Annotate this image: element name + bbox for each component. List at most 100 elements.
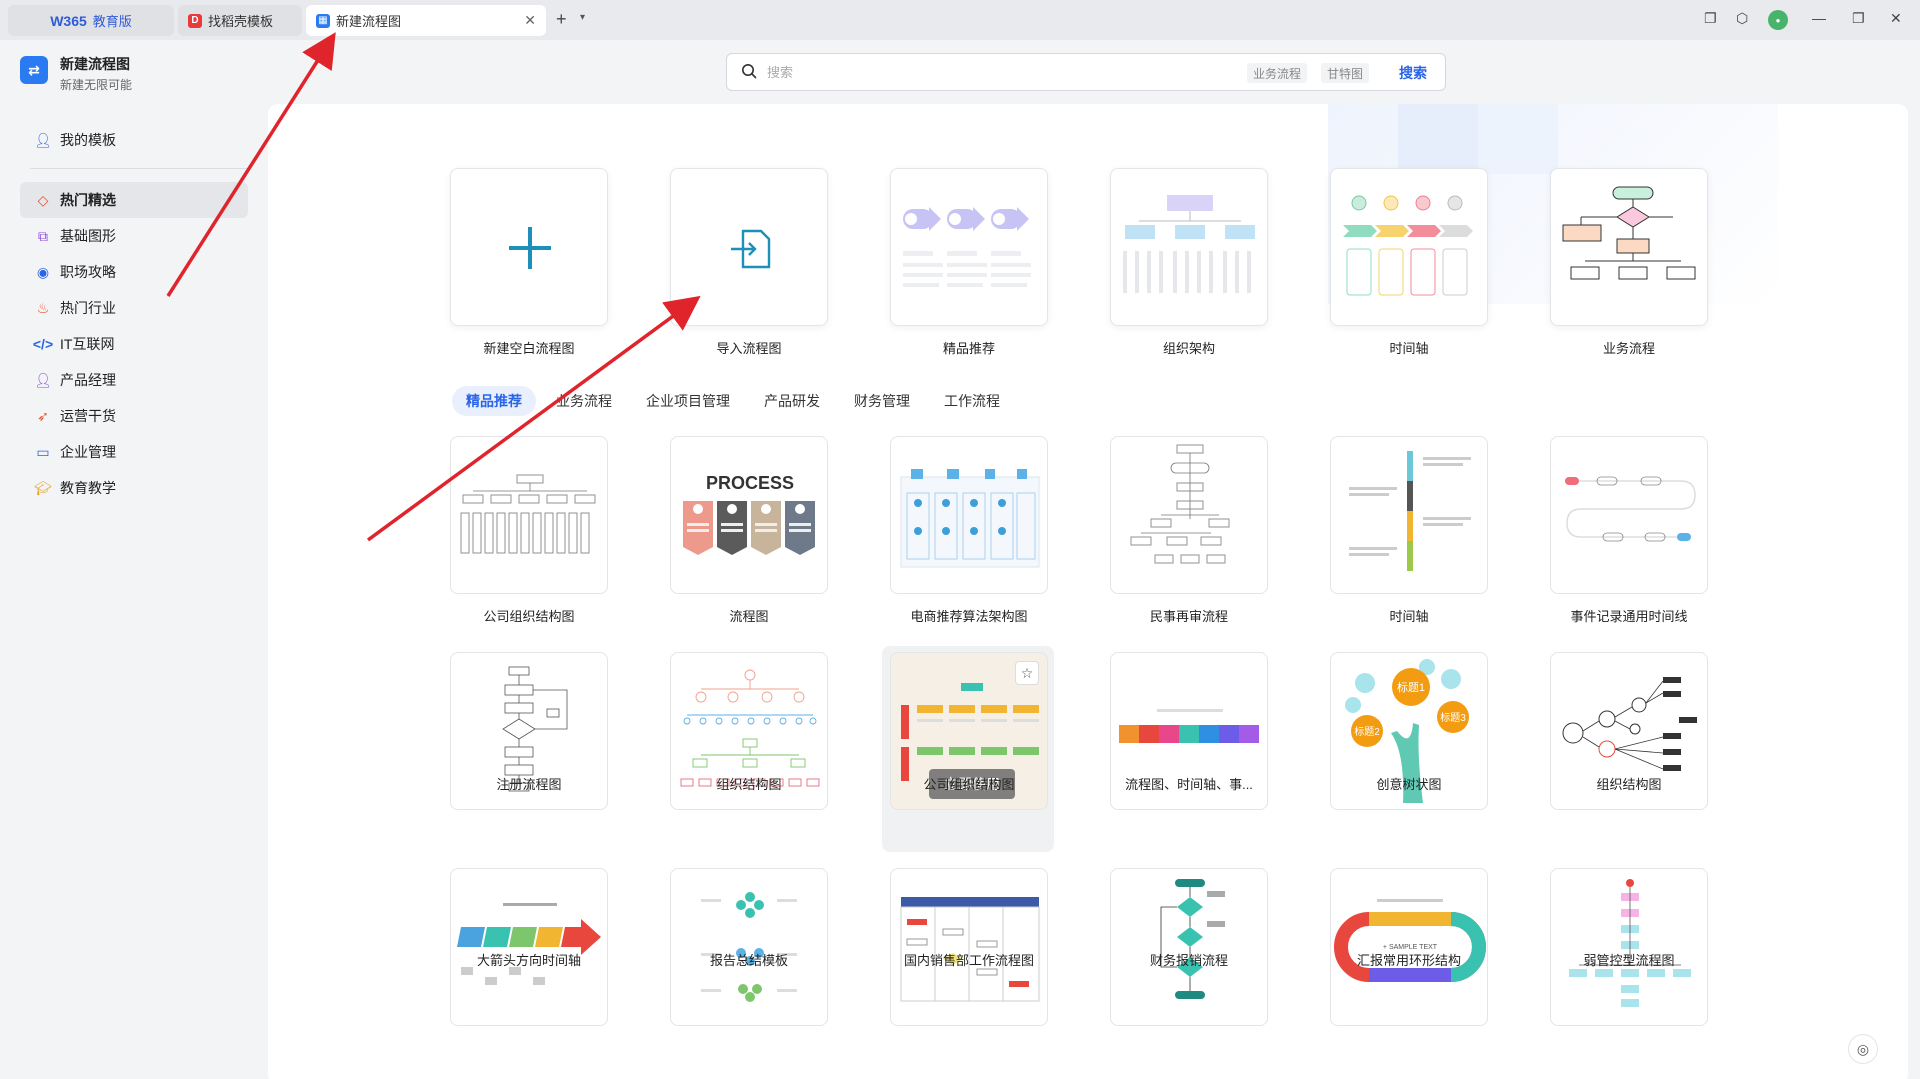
cube-icon[interactable]: ⬡ — [1736, 10, 1748, 27]
chevron-down-icon[interactable]: ▾ — [580, 12, 585, 23]
star-icon[interactable]: ☆ — [1015, 661, 1039, 685]
avatar[interactable]: ● — [1768, 10, 1788, 30]
sidebar-item-hot-picks[interactable]: ◇ 热门精选 — [20, 182, 248, 218]
tree-title-1: 标题1 — [1397, 680, 1425, 694]
sidebar-item-enterprise[interactable]: ▭ 企业管理 — [20, 434, 248, 470]
template-card[interactable] — [1110, 436, 1268, 594]
tab-label: 教育版 — [92, 14, 132, 29]
timeline-card[interactable] — [1330, 168, 1488, 326]
app-title: 新建流程图 — [60, 56, 130, 72]
card-label: 汇报常用环形结构 — [1356, 953, 1461, 968]
finance-reimbursement-thumbnail — [1160, 879, 1225, 999]
category-tab[interactable]: 财务管理 — [854, 386, 910, 416]
sidebar-item-education[interactable]: 🎓︎ 教育教学 — [20, 470, 248, 506]
tab-new-flowchart[interactable]: ▦ 新建流程图 ✕ — [306, 5, 546, 36]
title-bar: W365 教育版 D 找稻壳模板 ▦ 新建流程图 ✕ + ▾ ❐ ⬡ ● — ❐… — [0, 0, 1920, 40]
card-label: 报告总结模板 — [709, 953, 788, 968]
search-button[interactable]: 搜索 — [1399, 63, 1427, 83]
card-label: 国内销售部工作流程图 — [903, 953, 1034, 968]
tab-label: 新建流程图 — [336, 14, 402, 29]
code-icon: </> — [32, 336, 54, 352]
template-card[interactable] — [1550, 436, 1708, 594]
sidebar-item-label: 企业管理 — [60, 444, 116, 460]
sidebar-item-hot-industry[interactable]: ♨ 热门行业 — [20, 290, 248, 326]
search-chip[interactable]: 甘特图 — [1321, 63, 1370, 83]
user-icon: 👤︎ — [34, 371, 52, 388]
report-summary-thumbnail — [701, 892, 797, 1002]
card-label: 业务流程 — [1602, 341, 1655, 356]
template-card[interactable] — [890, 436, 1048, 594]
org-card[interactable] — [1110, 168, 1268, 326]
featured-card[interactable] — [890, 168, 1048, 326]
category-tab[interactable]: 精品推荐 — [452, 386, 536, 416]
category-tab[interactable]: 企业项目管理 — [646, 386, 730, 416]
category-tab[interactable]: 工作流程 — [944, 386, 1000, 416]
template-card[interactable] — [890, 868, 1048, 1026]
template-card[interactable]: + SAMPLE TEXT — [1330, 868, 1488, 1026]
card-label: 大箭头方向时间轴 — [476, 953, 581, 968]
template-card[interactable] — [1550, 868, 1708, 1026]
ring-structure-thumbnail: + SAMPLE TEXT — [1334, 899, 1486, 982]
card-label: 注册流程图 — [496, 777, 562, 792]
template-card[interactable] — [1330, 436, 1488, 594]
sidebar-item-product-manager[interactable]: 👤︎ 产品经理 — [20, 362, 248, 398]
gem-icon: ◇ — [37, 191, 49, 208]
category-tab[interactable]: 业务流程 — [556, 386, 612, 416]
sidebar-item-operations[interactable]: ➶ 运营干货 — [20, 398, 248, 434]
card-label: 电商推荐算法架构图 — [910, 609, 1028, 624]
card-label: 组织架构 — [1162, 341, 1215, 356]
close-window-icon[interactable]: ✕ — [1890, 10, 1902, 27]
template-card[interactable]: PROCESS — [670, 436, 828, 594]
search-bar: 业务流程 甘特图 搜索 — [726, 53, 1446, 91]
sidebar-item-my-templates[interactable]: 👤︎ 我的模板 — [20, 122, 248, 158]
card-label: 组织结构图 — [716, 777, 782, 792]
card-label: 流程图、时间轴、事... — [1125, 777, 1253, 792]
sidebar-divider — [30, 168, 250, 169]
template-card[interactable] — [450, 868, 608, 1026]
chat-icon: ▭ — [36, 443, 50, 460]
restore-icon[interactable]: ❐ — [1852, 10, 1865, 27]
card-label: 公司组织结构图 — [923, 777, 1015, 792]
sidebar-item-label: 产品经理 — [60, 372, 116, 388]
category-tab[interactable]: 产品研发 — [764, 386, 820, 416]
sidebar-item-label: 我的模板 — [60, 132, 116, 148]
wps-logo: W365 — [50, 12, 87, 29]
close-icon[interactable]: ✕ — [524, 12, 536, 29]
new-blank-card[interactable] — [450, 168, 608, 326]
minimize-icon[interactable]: — — [1812, 10, 1826, 26]
import-card[interactable] — [670, 168, 828, 326]
new-tab-icon[interactable]: + — [556, 9, 567, 30]
headset-icon[interactable]: ◎ — [1848, 1034, 1878, 1064]
card-label: 流程图 — [729, 609, 769, 624]
tab-label: 找稻壳模板 — [208, 14, 274, 29]
search-chip[interactable]: 业务流程 — [1247, 63, 1308, 83]
sidebar-item-it-internet[interactable]: </> IT互联网 — [20, 326, 248, 362]
sidebar-item-label: 职场攻略 — [60, 264, 116, 280]
shapes-icon: ⧉ — [38, 227, 48, 244]
big-arrow-timeline-thumbnail — [457, 903, 601, 985]
business-flow-thumbnail — [1562, 186, 1696, 280]
business-flow-card[interactable] — [1550, 168, 1708, 326]
window-layout-icon[interactable]: ❐ — [1704, 10, 1717, 27]
card-label: 创意树状图 — [1376, 777, 1442, 792]
sidebar: ⇄ 新建流程图 新建无限可能 👤︎ 我的模板 ◇ 热门精选 ⧉ 基础图形 ◉ 职… — [0, 40, 266, 1079]
sidebar-item-basic-shapes[interactable]: ⧉ 基础图形 — [20, 218, 248, 254]
app-subtitle: 新建无限可能 — [60, 78, 133, 92]
event-timeline-thumbnail — [1565, 476, 1696, 542]
tab-docer-templates[interactable]: D 找稻壳模板 — [178, 5, 302, 36]
user-icon: 👤︎ — [34, 131, 52, 148]
megaphone-icon: ➶ — [37, 407, 49, 424]
sidebar-item-workplace[interactable]: ◉ 职场攻略 — [20, 254, 248, 290]
sidebar-item-label: IT互联网 — [60, 336, 115, 352]
template-card[interactable] — [450, 436, 608, 594]
ecommerce-architecture-thumbnail — [900, 469, 1040, 568]
tab-wps[interactable]: W365 教育版 — [8, 5, 174, 36]
docer-icon: D — [188, 13, 202, 28]
template-card[interactable] — [1110, 868, 1268, 1026]
search-icon — [742, 64, 757, 79]
featured-thumbnail — [903, 207, 1031, 287]
search-input[interactable] — [767, 62, 1167, 82]
sidebar-item-label: 运营干货 — [60, 408, 116, 424]
sidebar-item-label: 热门精选 — [60, 192, 116, 208]
template-card[interactable] — [670, 868, 828, 1026]
